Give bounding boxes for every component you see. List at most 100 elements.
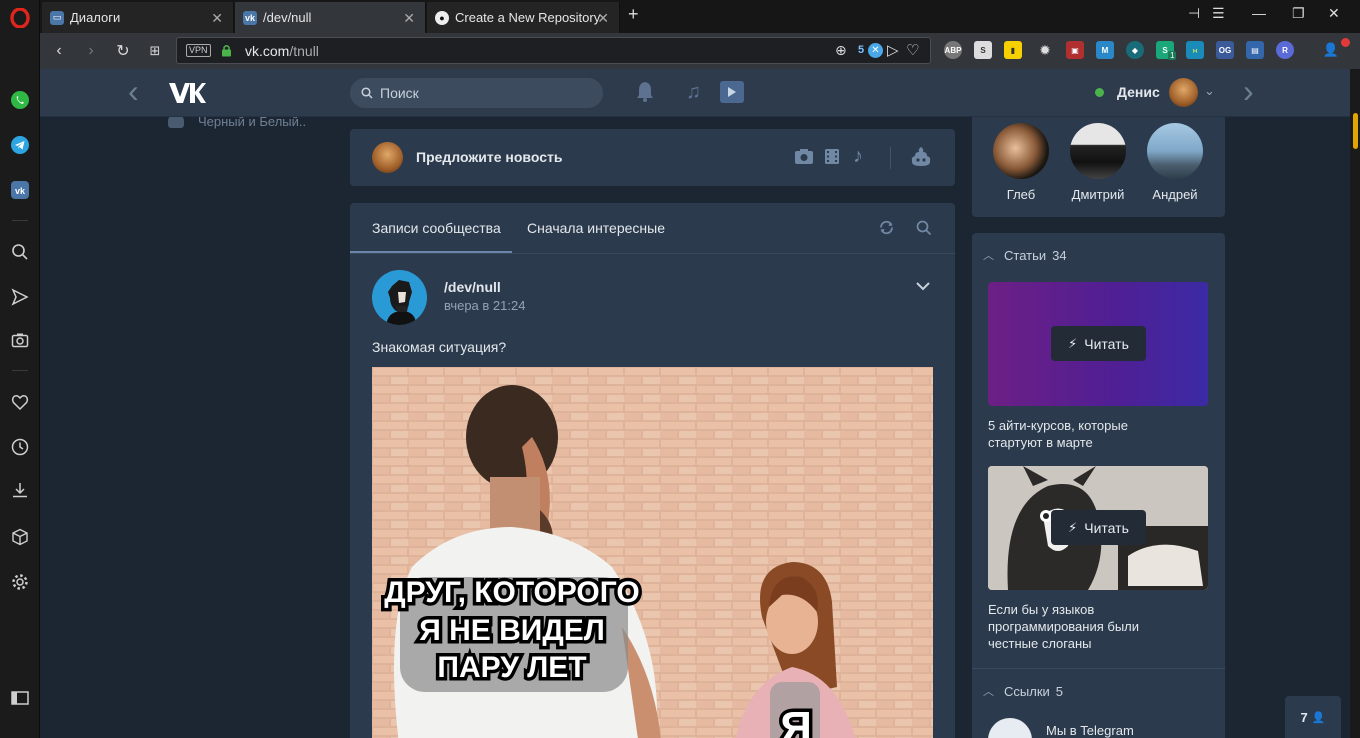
tab-interesting-first[interactable]: Сначала интересные [527, 220, 665, 238]
close-window-button[interactable]: ✕ [1328, 5, 1340, 22]
next-page-arrow-icon[interactable]: › [1243, 75, 1254, 107]
adblock-shield-icon[interactable]: ✕ [868, 43, 883, 58]
restore-button[interactable]: ❐ [1292, 5, 1305, 22]
friend-name[interactable]: Глеб [993, 187, 1049, 202]
left-menu-item[interactable]: Черный и Белый.. [168, 117, 306, 131]
leaf-extension-icon[interactable]: ◆ [1126, 41, 1144, 59]
forward-button[interactable]: › [80, 40, 102, 62]
camera-icon[interactable] [8, 328, 32, 352]
tab-dev-null[interactable]: vk /dev/null ✕ [235, 2, 426, 33]
tab-community-posts[interactable]: Записи сообщества [350, 203, 512, 253]
scrollbar-thumb[interactable] [1353, 113, 1358, 149]
r-extension-icon[interactable]: R [1276, 41, 1294, 59]
reload-icon[interactable]: ↻ [112, 40, 134, 62]
audio-note-icon[interactable]: ♪ [853, 145, 863, 168]
close-tab-icon[interactable]: ✕ [597, 10, 609, 27]
back-button[interactable]: ‹ [48, 40, 70, 62]
profile-icon[interactable]: 👤 [1322, 41, 1340, 59]
pin-icon[interactable]: ⊣ [1188, 5, 1200, 22]
send-page-icon[interactable]: ▷ [887, 41, 899, 59]
articles-header[interactable]: ︿ Статьи 34 [983, 247, 1067, 263]
close-tab-icon[interactable]: ✕ [403, 10, 415, 27]
article-cover-1[interactable]: ⚡ Читать [988, 282, 1208, 406]
vk-favicon-icon: vk [243, 10, 257, 25]
post-actions-chevron-icon[interactable] [915, 278, 931, 296]
user-name[interactable]: Денис [1117, 84, 1160, 100]
sidebar-toggle-icon[interactable] [8, 686, 32, 710]
friend-name[interactable]: Дмитрий [1062, 187, 1134, 202]
abp-extension-icon[interactable]: ABP [944, 41, 962, 59]
article-title[interactable]: 5 айти-курсов, которые стартуют в марте [988, 417, 1178, 451]
opera-logo-icon[interactable] [8, 6, 32, 30]
vk-logo[interactable] [168, 81, 206, 110]
read-article-button[interactable]: ⚡ Читать [1051, 326, 1146, 361]
url-text: vk.com/tnull [245, 43, 319, 59]
photo-icon[interactable] [794, 148, 814, 170]
tab-dialogs[interactable]: ▭ Диалоги ✕ [42, 2, 234, 33]
refresh-icon[interactable] [878, 219, 895, 241]
bookmark-heart-icon[interactable]: ♡ [906, 41, 919, 59]
new-tab-button[interactable]: + [628, 4, 639, 25]
yellow-note-extension-icon[interactable]: ▮ [1004, 41, 1022, 59]
notifications-bell-icon[interactable] [636, 81, 654, 108]
lock-icon [222, 45, 231, 57]
speed-dial-grid-icon[interactable]: ⊞ [144, 40, 166, 62]
feed-search-icon[interactable] [916, 220, 932, 241]
post-author-name[interactable]: /dev/null [444, 279, 501, 295]
friend-avatar-gleb[interactable] [993, 123, 1049, 179]
post-time[interactable]: вчера в 21:24 [444, 298, 525, 313]
online-friends-button[interactable]: 7 👤 [1285, 696, 1341, 738]
links-header[interactable]: ︿ Ссылки 5 [983, 683, 1063, 699]
zoom-icon[interactable]: ⊕ [835, 42, 847, 59]
poo-emoji-icon[interactable] [910, 146, 932, 172]
post-meme-image[interactable]: ДРУГ, КОТОРОГО Я НЕ ВИДЕЛ ПАРУ ЛЕТ Я [372, 367, 933, 738]
friend-avatar-andrey[interactable] [1147, 123, 1203, 179]
article-cover-2[interactable]: ⚡ Читать [988, 466, 1208, 590]
player-play-button[interactable] [720, 81, 744, 103]
url-field[interactable]: VPN vk.com/tnull ⊕ 5 ✕ ▷ ♡ [176, 37, 931, 64]
whatsapp-icon[interactable] [8, 88, 32, 112]
suggest-news-card[interactable]: Предложите новость ♪ [350, 129, 955, 186]
chevron-down-icon[interactable]: ⌄ [1204, 83, 1215, 99]
s-extension-icon[interactable]: S [974, 41, 992, 59]
friend-name[interactable]: Андрей [1147, 187, 1203, 202]
tab-label: Сначала интересные [527, 220, 665, 236]
arrows-extension-icon[interactable]: ›‹ [1186, 41, 1204, 59]
floppy-extension-icon[interactable]: ▤ [1246, 41, 1264, 59]
post-author-avatar[interactable] [372, 270, 427, 325]
vk-search-field[interactable]: Поиск [350, 78, 603, 108]
vpn-badge[interactable]: VPN [186, 44, 211, 57]
user-avatar[interactable] [1169, 78, 1198, 107]
vk-header: ‹ Поиск ♫ Денис ⌄ › [40, 69, 1350, 117]
video-icon[interactable] [824, 148, 840, 170]
link-item-avatar[interactable] [988, 718, 1032, 738]
og-extension-icon[interactable]: OG [1216, 41, 1234, 59]
friend-avatar-dmitry[interactable] [1070, 123, 1126, 179]
tab-menu-icon[interactable]: ☰ [1212, 5, 1225, 22]
page-scrollbar[interactable] [1350, 69, 1360, 738]
adblock-count: 5 [858, 44, 865, 56]
vk-messenger-icon[interactable]: vk [8, 178, 32, 202]
vk-messages-favicon-icon: ▭ [50, 10, 64, 25]
extensions-cube-icon[interactable] [8, 525, 32, 549]
community-icon [168, 117, 184, 128]
prev-page-arrow-icon[interactable]: ‹ [128, 75, 139, 107]
download-icon[interactable] [8, 478, 32, 502]
music-note-icon[interactable]: ♫ [686, 81, 701, 104]
link-item-title[interactable]: Мы в Telegram [1046, 723, 1134, 738]
heart-icon[interactable] [8, 390, 32, 414]
m-extension-icon[interactable]: M [1096, 41, 1114, 59]
search-icon[interactable] [8, 240, 32, 264]
collapse-chevron-icon: ︿ [983, 686, 994, 698]
gear-extension-icon[interactable]: ✹ [1036, 41, 1054, 59]
tab-create-repository[interactable]: ● Create a New Repository ✕ [427, 2, 620, 33]
article-title[interactable]: Если бы у языков программирования были ч… [988, 601, 1188, 652]
send-icon[interactable] [8, 285, 32, 309]
history-clock-icon[interactable] [8, 435, 32, 459]
close-tab-icon[interactable]: ✕ [211, 10, 223, 27]
read-article-button[interactable]: ⚡ Читать [1051, 510, 1146, 545]
telegram-icon[interactable] [8, 133, 32, 157]
red-extension-icon[interactable]: ▣ [1066, 41, 1084, 59]
settings-gear-icon[interactable] [8, 570, 32, 594]
minimize-button[interactable]: — [1252, 5, 1266, 21]
